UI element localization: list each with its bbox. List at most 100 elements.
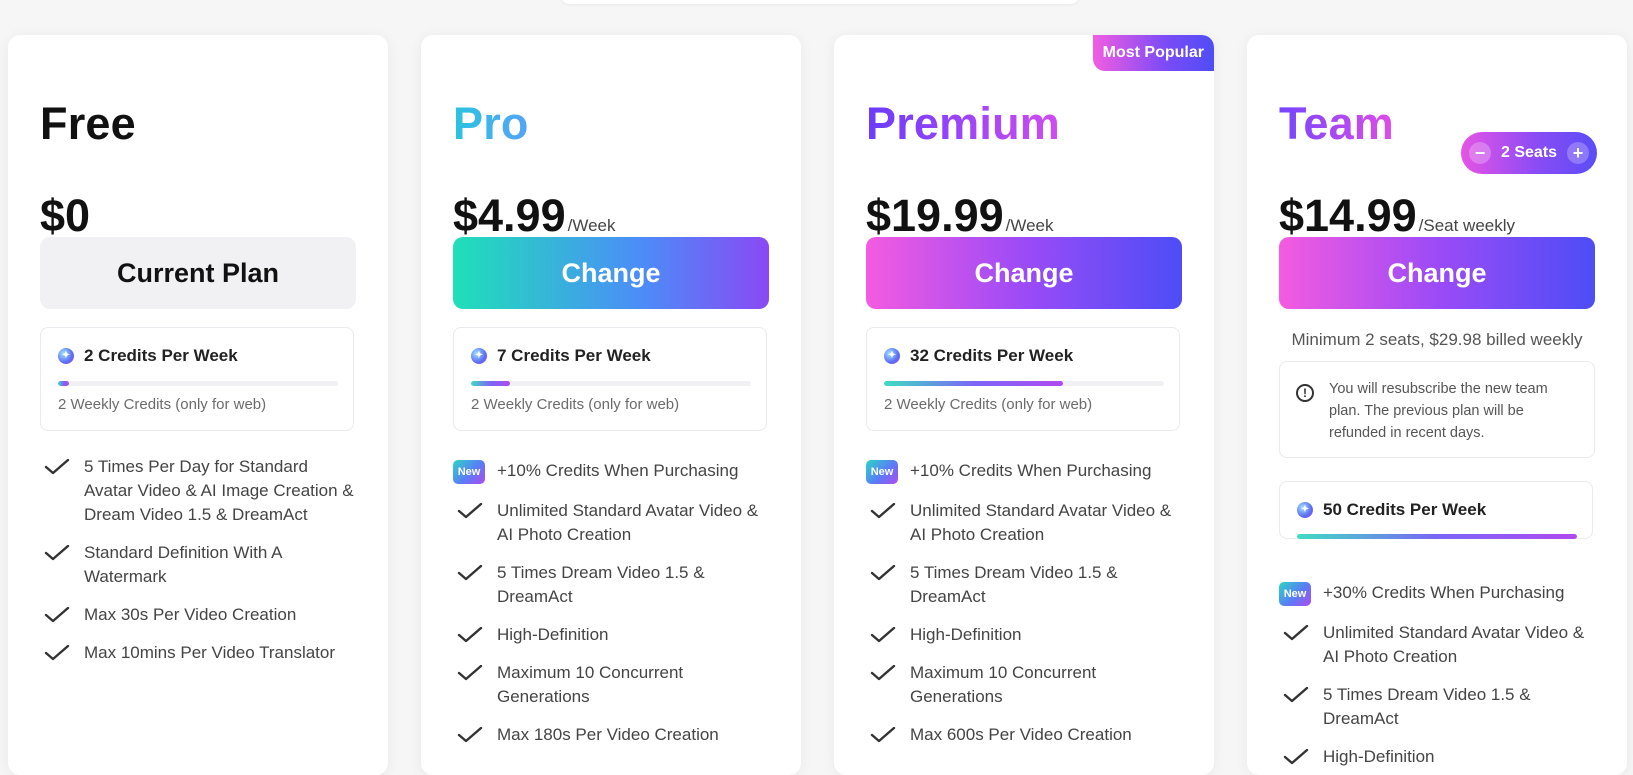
- feature-item: Max 180s Per Video Creation: [453, 723, 773, 747]
- credits-progress-fill: [58, 381, 70, 386]
- plan-price: $0: [40, 190, 91, 241]
- feature-text: Unlimited Standard Avatar Video & AI Pho…: [910, 501, 1172, 544]
- check-icon: [44, 545, 70, 561]
- promo-text: +10% Credits When Purchasing: [910, 461, 1152, 480]
- new-badge: New: [453, 460, 485, 484]
- feature-item: 5 Times Dream Video 1.5 & DreamAct: [1279, 683, 1599, 731]
- credits-title: 50 Credits Per Week: [1323, 500, 1487, 519]
- feature-list: Unlimited Standard Avatar Video & AI Pho…: [866, 499, 1186, 761]
- check-icon: [1283, 749, 1309, 765]
- feature-text: Maximum 10 Concurrent Generations: [910, 663, 1097, 706]
- top-segment-bar: [560, 0, 1080, 4]
- feature-item: High-Definition: [453, 623, 773, 647]
- feature-item: Maximum 10 Concurrent Generations: [866, 661, 1186, 709]
- credits-title-row: ✦ 7 Credits Per Week: [471, 346, 651, 366]
- feature-item: 5 Times Per Day for Standard Avatar Vide…: [40, 455, 360, 527]
- feature-item: High-Definition: [1279, 745, 1599, 769]
- credits-title: 32 Credits Per Week: [910, 346, 1074, 365]
- promo-text: +10% Credits When Purchasing: [497, 461, 739, 480]
- feature-item: Unlimited Standard Avatar Video & AI Pho…: [453, 499, 773, 547]
- check-icon: [457, 727, 483, 743]
- change-plan-button[interactable]: Change: [866, 237, 1182, 309]
- plan-price: $14.99: [1279, 190, 1417, 241]
- credits-progress-fill: [1297, 534, 1577, 539]
- price-row: $0: [40, 193, 90, 238]
- feature-item: Max 10mins Per Video Translator: [40, 641, 360, 665]
- feature-item: 5 Times Dream Video 1.5 & DreamAct: [453, 561, 773, 609]
- feature-text: High-Definition: [910, 625, 1022, 644]
- feature-text: 5 Times Dream Video 1.5 & DreamAct: [910, 563, 1118, 606]
- new-badge: New: [1279, 582, 1311, 606]
- feature-list: Unlimited Standard Avatar Video & AI Pho…: [453, 499, 773, 761]
- plan-name: Premium: [866, 98, 1060, 149]
- credit-coin-icon: ✦: [58, 348, 74, 364]
- feature-item: 5 Times Dream Video 1.5 & DreamAct: [866, 561, 1186, 609]
- seat-count: 2 Seats: [1500, 144, 1558, 161]
- price-row: $14.99/Seat weekly: [1279, 193, 1515, 238]
- plan-card-premium: Most Popular Premium $19.99/Week Change …: [834, 35, 1214, 775]
- minus-icon[interactable]: −: [1469, 142, 1491, 164]
- price-period: /Week: [1005, 216, 1054, 235]
- most-popular-badge: Most Popular: [1092, 35, 1214, 71]
- credits-title: 7 Credits Per Week: [497, 346, 651, 365]
- credits-title-row: ✦ 32 Credits Per Week: [884, 346, 1073, 366]
- info-icon: !: [1296, 384, 1314, 402]
- credits-title-row: ✦ 50 Credits Per Week: [1297, 500, 1486, 520]
- resubscribe-notice: ! You will resubscribe the new team plan…: [1279, 361, 1595, 458]
- credits-title: 2 Credits Per Week: [84, 346, 238, 365]
- check-icon: [1283, 625, 1309, 641]
- credits-progress: [884, 381, 1164, 386]
- feature-item: Unlimited Standard Avatar Video & AI Pho…: [866, 499, 1186, 547]
- credit-coin-icon: ✦: [884, 348, 900, 364]
- feature-text: Standard Definition With A Watermark: [84, 543, 282, 586]
- seat-selector: − 2 Seats +: [1461, 132, 1597, 174]
- feature-item: Unlimited Standard Avatar Video & AI Pho…: [1279, 621, 1599, 669]
- credits-progress: [471, 381, 751, 386]
- current-plan-button[interactable]: Current Plan: [40, 237, 356, 309]
- plan-card-pro: Pro $4.99/Week Change ✦ 7 Credits Per We…: [421, 35, 801, 775]
- feature-text: Max 10mins Per Video Translator: [84, 643, 336, 662]
- price-period: /Week: [567, 216, 616, 235]
- check-icon: [44, 459, 70, 475]
- plan-name: Pro: [453, 98, 529, 149]
- feature-list: New +10% Credits When Purchasing: [866, 459, 1186, 484]
- feature-list: Unlimited Standard Avatar Video & AI Pho…: [1279, 621, 1599, 775]
- check-icon: [457, 503, 483, 519]
- feature-text: High-Definition: [1323, 747, 1435, 766]
- feature-text: 5 Times Dream Video 1.5 & DreamAct: [1323, 685, 1531, 728]
- credits-subtitle: 2 Weekly Credits (only for web): [471, 396, 680, 413]
- feature-list: 5 Times Per Day for Standard Avatar Vide…: [40, 455, 360, 679]
- feature-item: Standard Definition With A Watermark: [40, 541, 360, 589]
- feature-list: New +30% Credits When Purchasing: [1279, 581, 1599, 606]
- check-icon: [870, 665, 896, 681]
- check-icon: [457, 565, 483, 581]
- feature-text: Max 180s Per Video Creation: [497, 725, 719, 744]
- credit-coin-icon: ✦: [471, 348, 487, 364]
- credits-progress: [1297, 534, 1577, 539]
- credits-title-row: ✦ 2 Credits Per Week: [58, 346, 238, 366]
- credits-progress: [58, 381, 338, 386]
- feature-list: New +10% Credits When Purchasing: [453, 459, 773, 495]
- plan-card-free: Free $0 Current Plan ✦ 2 Credits Per Wee…: [8, 35, 388, 775]
- credit-coin-icon: ✦: [1297, 502, 1313, 518]
- change-plan-button[interactable]: Change: [1279, 237, 1595, 309]
- credits-subtitle: 2 Weekly Credits (only for web): [884, 396, 1093, 413]
- check-icon: [870, 565, 896, 581]
- check-icon: [44, 607, 70, 623]
- plus-icon[interactable]: +: [1566, 142, 1589, 164]
- check-icon: [457, 627, 483, 643]
- price-row: $4.99/Week: [453, 193, 616, 238]
- feature-text: 5 Times Dream Video 1.5 & DreamAct: [497, 563, 705, 606]
- plan-name: Free: [40, 98, 136, 149]
- plan-name: Team: [1279, 98, 1395, 149]
- price-row: $19.99/Week: [866, 193, 1054, 238]
- feature-text: Unlimited Standard Avatar Video & AI Pho…: [1323, 623, 1585, 666]
- change-plan-button[interactable]: Change: [453, 237, 769, 309]
- check-icon: [44, 645, 70, 661]
- feature-text: 5 Times Per Day for Standard Avatar Vide…: [84, 457, 354, 524]
- promo-item: New +10% Credits When Purchasing: [453, 459, 773, 484]
- check-icon: [457, 665, 483, 681]
- credits-box: ✦ 2 Credits Per Week 2 Weekly Credits (o…: [40, 327, 354, 431]
- credits-box: ✦ 50 Credits Per Week: [1279, 481, 1593, 539]
- check-icon: [1283, 687, 1309, 703]
